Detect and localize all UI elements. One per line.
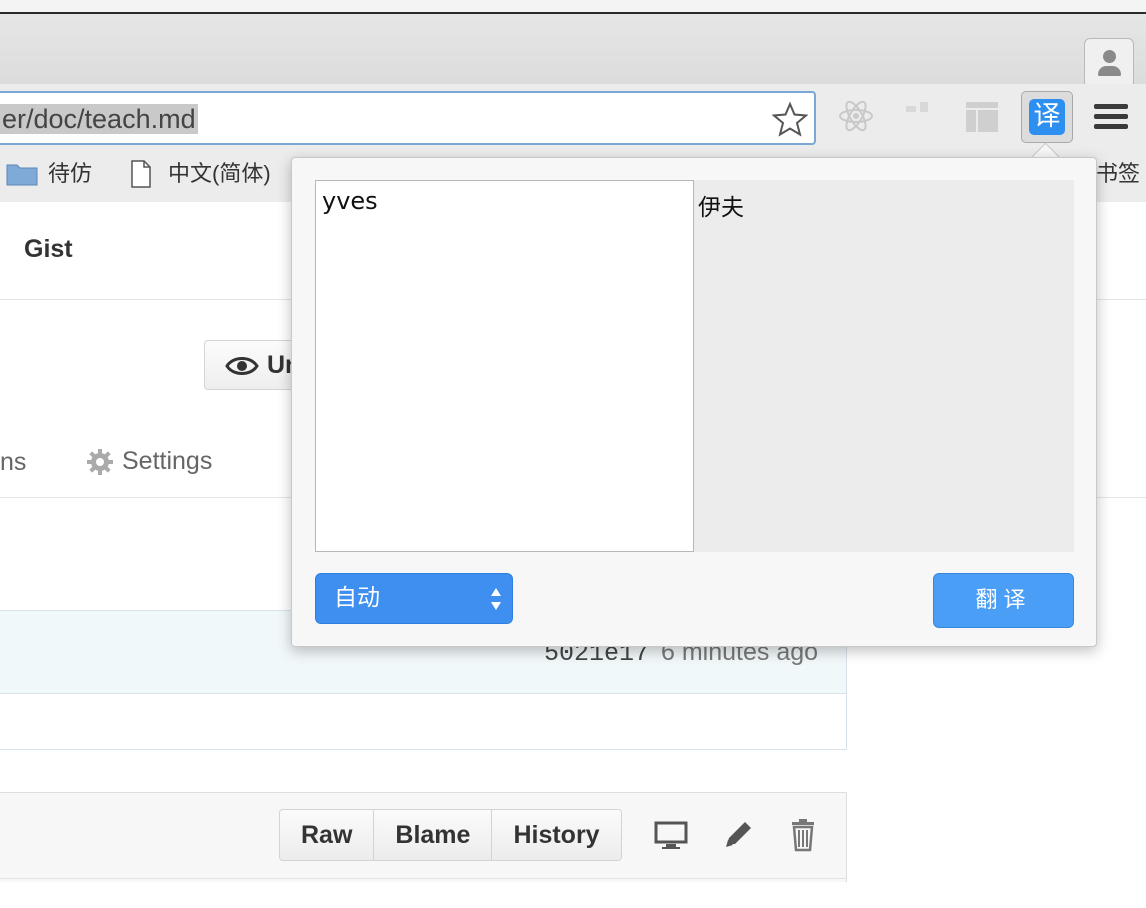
language-select-value: 自动	[334, 585, 380, 611]
bookmarks-folder-label[interactable]: 书签	[1096, 160, 1140, 188]
url-text[interactable]: er/doc/teach.md	[0, 104, 198, 134]
document-icon	[131, 160, 151, 188]
tab-settings-label: Settings	[122, 447, 213, 475]
trash-icon[interactable]	[786, 818, 820, 852]
language-select[interactable]: 自动	[315, 573, 513, 624]
select-arrows-icon	[491, 588, 501, 610]
folder-icon	[6, 164, 38, 186]
bookmark-star-icon[interactable]	[772, 101, 808, 137]
file-body-divider	[0, 878, 847, 879]
raw-button[interactable]: Raw	[280, 810, 375, 860]
os-menu-bar	[0, 0, 1146, 14]
person-icon	[1103, 50, 1116, 63]
extension-icon[interactable]	[900, 96, 940, 136]
gist-link[interactable]: Gist	[24, 235, 73, 264]
eye-icon	[225, 357, 259, 375]
translate-popup: yves 伊夫 自动 翻译	[291, 157, 1097, 647]
gear-icon	[87, 449, 113, 475]
layout-extension-icon[interactable]	[962, 96, 1002, 136]
browser-toolbar: er/doc/teach.md 译	[0, 84, 1146, 150]
bookmark-item[interactable]: 待仿	[48, 160, 92, 188]
file-actions-group: Raw Blame History	[279, 809, 622, 861]
profile-button[interactable]	[1084, 38, 1134, 88]
hamburger-menu-icon[interactable]	[1094, 104, 1128, 130]
translate-icon: 译	[1029, 99, 1065, 135]
desktop-icon[interactable]	[654, 818, 688, 852]
bookmark-item[interactable]: 中文(简体)	[168, 160, 271, 188]
react-devtools-icon[interactable]	[836, 96, 876, 136]
address-bar[interactable]: er/doc/teach.md	[0, 91, 816, 145]
file-header: Raw Blame History	[0, 792, 847, 882]
blame-button[interactable]: Blame	[374, 810, 493, 860]
source-text-input[interactable]: yves	[315, 180, 694, 552]
repo-tab[interactable]: ns	[0, 448, 26, 477]
translate-extension-button[interactable]: 译	[1021, 91, 1073, 143]
translation-result: 伊夫	[694, 180, 1074, 552]
history-button[interactable]: History	[492, 810, 621, 860]
pencil-icon[interactable]	[721, 818, 755, 852]
tab-strip	[0, 14, 1146, 88]
translate-button[interactable]: 翻译	[933, 573, 1074, 628]
